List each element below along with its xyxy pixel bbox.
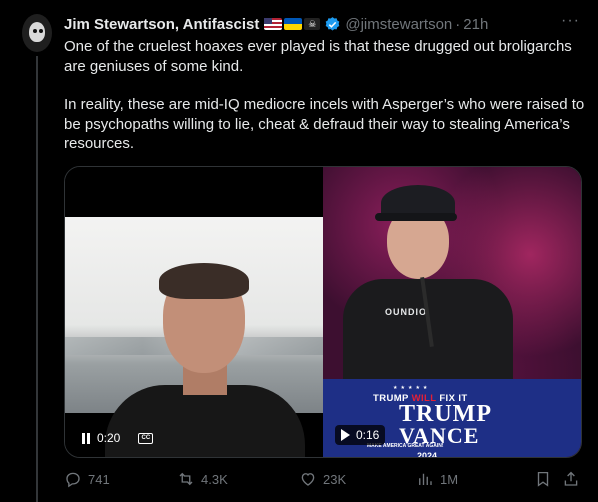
author-name[interactable]: Jim Stewartson, Antifascist [64,16,259,33]
video-left[interactable]: 0:20 CC [65,167,323,457]
tweet-timestamp[interactable]: 21h [463,16,488,33]
like-count: 23K [323,471,347,487]
repost-button[interactable]: 4.3K [177,470,228,488]
tweet-paragraph-2: In reality, these are mid-IQ mediocre in… [64,96,585,152]
avatar[interactable] [22,14,52,52]
like-button[interactable]: 23K [299,470,346,488]
podium-sign: ★★★★★ TRUMP WILL FIX IT TRUMP VANCE MAKE… [323,379,581,457]
separator-dot: · [455,15,461,33]
tweet-header: Jim Stewartson, Antifascist ☠ @jimstewar… [64,13,582,35]
share-button[interactable] [562,470,580,488]
share-icon [564,471,578,486]
repost-icon [179,472,193,486]
us-flag-icon [264,18,283,30]
video-right[interactable]: OUNDIO ★★★★★ TRUMP WILL FIX IT TRUMP VAN… [323,167,581,457]
video-left-controls: 0:20 CC [81,431,154,445]
author-handle[interactable]: @jimstewartson [345,16,452,33]
views-button[interactable]: 1M [416,470,458,488]
shirt-text: OUNDIO [385,307,427,317]
person-shirt [105,385,305,457]
thread-line [36,56,38,502]
heart-icon [301,473,315,486]
closed-captions-icon[interactable]: CC [138,432,154,444]
tweet-actions: 741 4.3K 23K 1M [64,470,582,492]
tweet-text: One of the cruelest hoaxes ever played i… [64,37,589,154]
video-right-time: 0:16 [356,428,380,442]
video-left-frame [65,217,323,457]
podium-stars: ★★★★★ [393,385,431,391]
avatar-eye [33,29,37,33]
bookmark-icon [537,471,549,487]
more-options-icon[interactable]: ··· [561,12,580,30]
reply-icon [66,472,80,488]
author-flags: ☠ [264,18,321,30]
bookmark-button[interactable] [534,470,552,488]
pirate-flag-icon: ☠ [304,18,321,30]
reply-button[interactable]: 741 [64,470,110,488]
media-grid: 0:20 CC OUNDIO ★★★★★ TRUMP WILL FIX IT T… [64,166,582,458]
pause-icon[interactable] [81,432,91,444]
repost-count: 4.3K [201,471,228,487]
podium-year: 2024 [417,451,438,457]
video-right-controls: 0:16 [335,425,386,445]
verified-badge-icon [326,16,340,31]
play-icon[interactable] [341,429,350,441]
ukraine-flag-icon [284,18,303,30]
analytics-icon [419,473,432,485]
view-count: 1M [440,471,459,487]
reply-count: 741 [88,471,110,487]
avatar-eye [39,29,43,33]
tweet-paragraph-1: One of the cruelest hoaxes ever played i… [64,38,572,75]
video-left-time: 0:20 [97,431,121,445]
